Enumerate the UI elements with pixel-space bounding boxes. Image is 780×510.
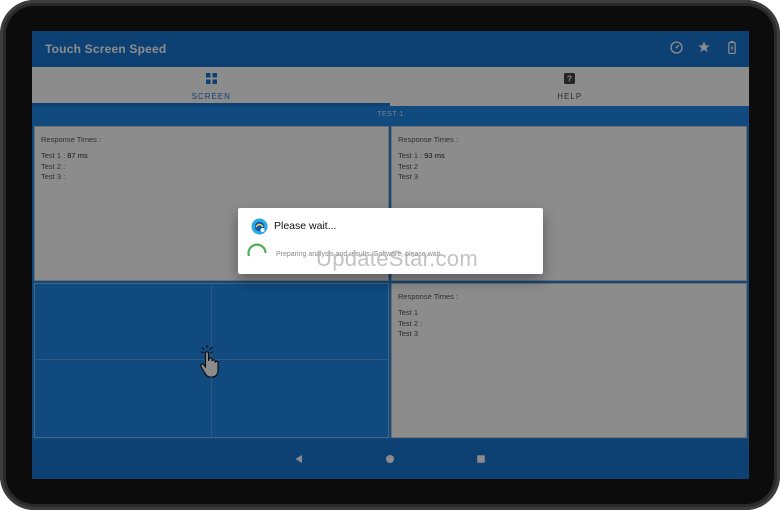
loading-spinner-icon bbox=[246, 242, 268, 264]
screen: Touch Screen Speed SCREEN ? HELP TEST 1 … bbox=[32, 31, 749, 479]
dialog-title: Please wait... bbox=[274, 220, 337, 232]
app-logo-icon bbox=[251, 218, 268, 235]
watermark-text: UpdateStar.com bbox=[316, 246, 478, 271]
